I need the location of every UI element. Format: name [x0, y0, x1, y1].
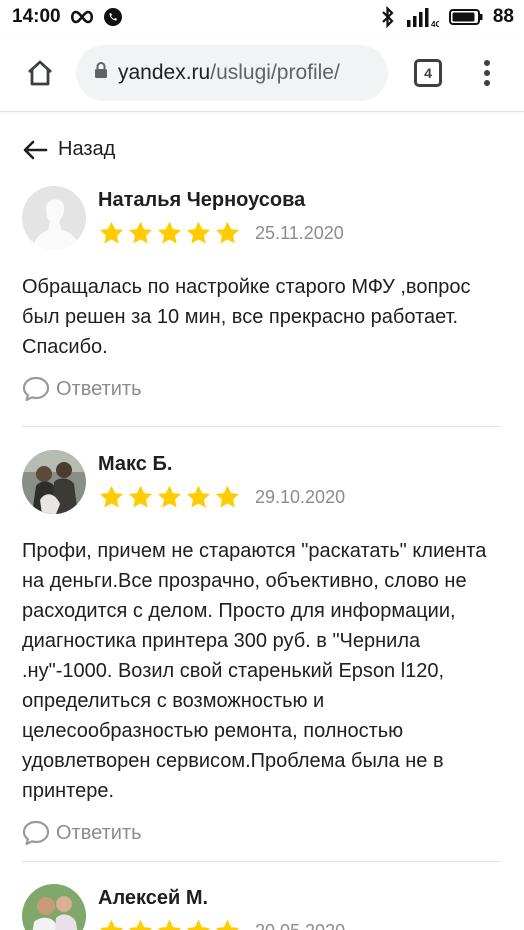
arrow-left-icon	[23, 140, 48, 159]
review-date: 25.11.2020	[255, 223, 344, 243]
star-icon	[157, 485, 182, 508]
star-icon	[186, 221, 211, 244]
star-icon	[128, 919, 153, 930]
back-label: Назад	[58, 138, 116, 160]
avatar	[22, 884, 86, 930]
star-rating	[98, 220, 241, 247]
signal-icon: 4G	[405, 6, 439, 28]
review-date: 29.10.2020	[255, 487, 346, 507]
review-author: Алексей М.	[98, 887, 209, 909]
address-bar[interactable]: yandex.ru/uslugi/profile/	[76, 44, 388, 101]
star-icon	[99, 919, 124, 930]
overflow-menu-button[interactable]	[482, 58, 492, 88]
bluetooth-icon	[381, 6, 395, 28]
star-icon	[157, 919, 182, 930]
svg-text:4G: 4G	[431, 20, 439, 28]
star-icon	[99, 221, 124, 244]
review-card: Наталья Черноусова 25.11.2020 Обращалась…	[22, 186, 502, 402]
star-rating	[98, 484, 241, 511]
clock: 14:00	[12, 6, 61, 27]
star-icon	[186, 919, 211, 930]
star-icon	[215, 221, 240, 244]
battery-level: 88	[492, 6, 514, 27]
star-icon	[157, 221, 182, 244]
whatsapp-icon	[103, 7, 123, 27]
back-link[interactable]: Назад	[22, 138, 115, 161]
infinity-icon	[69, 10, 95, 24]
reply-label: Ответить	[56, 377, 142, 400]
lock-icon	[94, 61, 108, 84]
review-author: Наталья Черноусова	[98, 189, 306, 211]
star-icon	[215, 485, 240, 508]
reply-button[interactable]: Ответить	[22, 820, 502, 846]
url-text: yandex.ru/uslugi/profile/	[118, 61, 340, 85]
star-icon	[99, 485, 124, 508]
review-author: Макс Б.	[98, 453, 173, 475]
review-card: Алексей М. 20.05.2020	[22, 884, 502, 930]
comment-icon	[22, 820, 50, 846]
star-icon	[186, 485, 211, 508]
star-icon	[128, 221, 153, 244]
reply-button[interactable]: Ответить	[22, 376, 502, 402]
star-rating	[98, 918, 241, 930]
avatar	[22, 186, 86, 250]
divider	[22, 861, 500, 862]
reply-label: Ответить	[56, 821, 142, 844]
star-icon	[215, 919, 240, 930]
menu-dot-icon	[484, 79, 490, 86]
browser-toolbar: yandex.ru/uslugi/profile/ 4	[0, 34, 524, 112]
star-icon	[128, 485, 153, 508]
url-domain: yandex.ru	[118, 60, 211, 84]
avatar	[22, 450, 86, 514]
divider	[22, 426, 500, 427]
review-text: Профи, причем не стараются "раскатать" к…	[22, 540, 487, 802]
url-path: /uslugi/profile/	[210, 60, 340, 84]
review-card: Макс Б. 29.10.2020 Профи, причем не стар…	[22, 450, 502, 846]
comment-icon	[22, 376, 50, 402]
battery-icon	[448, 8, 483, 26]
home-icon	[28, 60, 52, 85]
menu-dot-icon	[484, 69, 490, 76]
menu-dot-icon	[484, 59, 490, 66]
home-button[interactable]	[18, 51, 62, 95]
status-bar: 14:00 4G 88	[0, 0, 524, 34]
review-date: 20.05.2020	[255, 921, 345, 930]
tab-count: 4	[424, 64, 432, 81]
tab-switcher-button[interactable]: 4	[414, 58, 442, 87]
review-text: Обращалась по настройке старого МФУ ,воп…	[22, 276, 471, 358]
